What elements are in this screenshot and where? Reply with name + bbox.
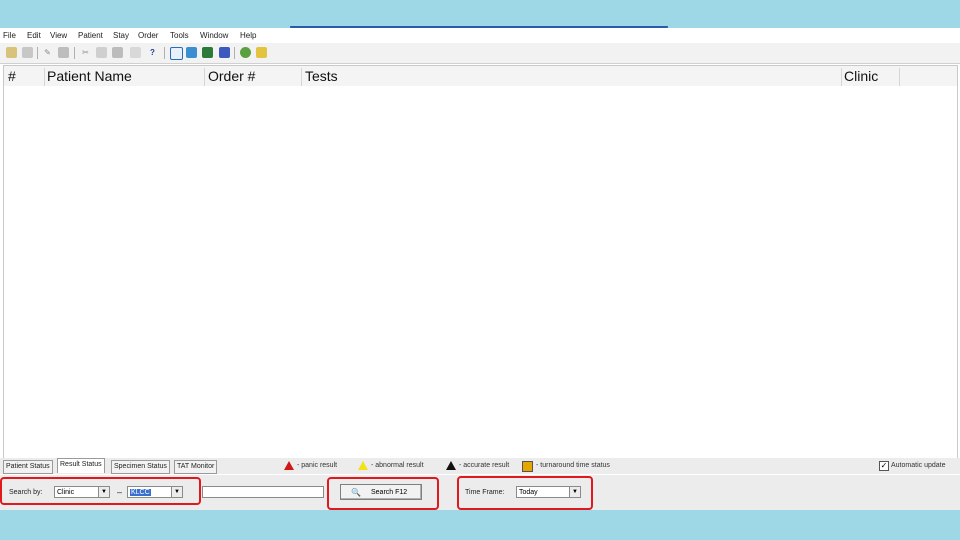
menu-order[interactable]: Order [138,31,158,40]
column-tests[interactable]: Tests [305,68,842,86]
grid-icon[interactable] [202,47,213,58]
toolbar-separator [164,47,165,59]
automatic-update-label: Automatic update [891,462,946,469]
legend-turnaround: - turnaround time status [536,462,610,469]
accurate-triangle-icon [446,461,456,470]
highlight-search-button [327,477,439,510]
menu-patient[interactable]: Patient [78,31,103,40]
column-patient-name[interactable]: Patient Name [47,68,205,86]
column-number[interactable]: # [8,68,45,86]
column-order-number[interactable]: Order # [208,68,302,86]
print-icon[interactable] [58,47,69,58]
help-pointer-icon[interactable]: ? [147,47,158,58]
legend-abnormal: - abnormal result [371,462,424,469]
legend-panic: - panic result [297,462,338,469]
tile-icon[interactable] [186,47,197,58]
turnaround-clock-icon [522,461,533,472]
menu-view[interactable]: View [50,31,67,40]
menu-help[interactable]: Help [240,31,256,40]
pencil-icon[interactable]: ✎ [42,47,53,58]
copy-icon[interactable] [96,47,107,58]
list-header: # Patient Name Order # Tests Clinic [4,66,957,86]
menu-tools[interactable]: Tools [170,31,189,40]
toolbar-separator [234,47,235,59]
menu-window[interactable]: Window [200,31,228,40]
search-text-input[interactable] [202,486,324,498]
highlight-search-by [0,477,201,505]
window-icon[interactable] [170,47,183,60]
wizard-icon[interactable] [256,47,267,58]
find-icon[interactable] [130,47,141,58]
toolbar-separator [74,47,75,59]
menu-edit[interactable]: Edit [27,31,41,40]
toolbar-separator [37,47,38,59]
abnormal-triangle-icon [358,461,368,470]
cut-icon[interactable]: ✂ [80,47,91,58]
results-list[interactable]: # Patient Name Order # Tests Clinic [3,65,958,459]
highlight-time-frame [457,476,593,510]
arrow-icon[interactable] [219,47,230,58]
tab-patient-status[interactable]: Patient Status [3,460,53,474]
status-tab-row: Patient Status Result Status Specimen St… [0,458,960,474]
automatic-update-checkbox[interactable]: ✓ [879,461,889,471]
tab-tat-monitor[interactable]: TAT Monitor [174,460,218,474]
open-icon[interactable] [6,47,17,58]
refresh-icon[interactable] [240,47,251,58]
legend-accurate: - accurate result [459,462,510,469]
disk-icon[interactable] [22,47,33,58]
panic-triangle-icon [284,461,294,470]
paste-icon[interactable] [112,47,123,58]
toolbar: ✎ ✂ ? [0,43,960,64]
tab-specimen-status[interactable]: Specimen Status [111,460,170,474]
tab-result-status[interactable]: Result Status [57,458,105,473]
column-clinic[interactable]: Clinic [844,68,900,86]
menu-stay[interactable]: Stay [113,31,129,40]
menu-bar: File Edit View Patient Stay Order Tools … [0,28,960,43]
menu-file[interactable]: File [3,31,16,40]
